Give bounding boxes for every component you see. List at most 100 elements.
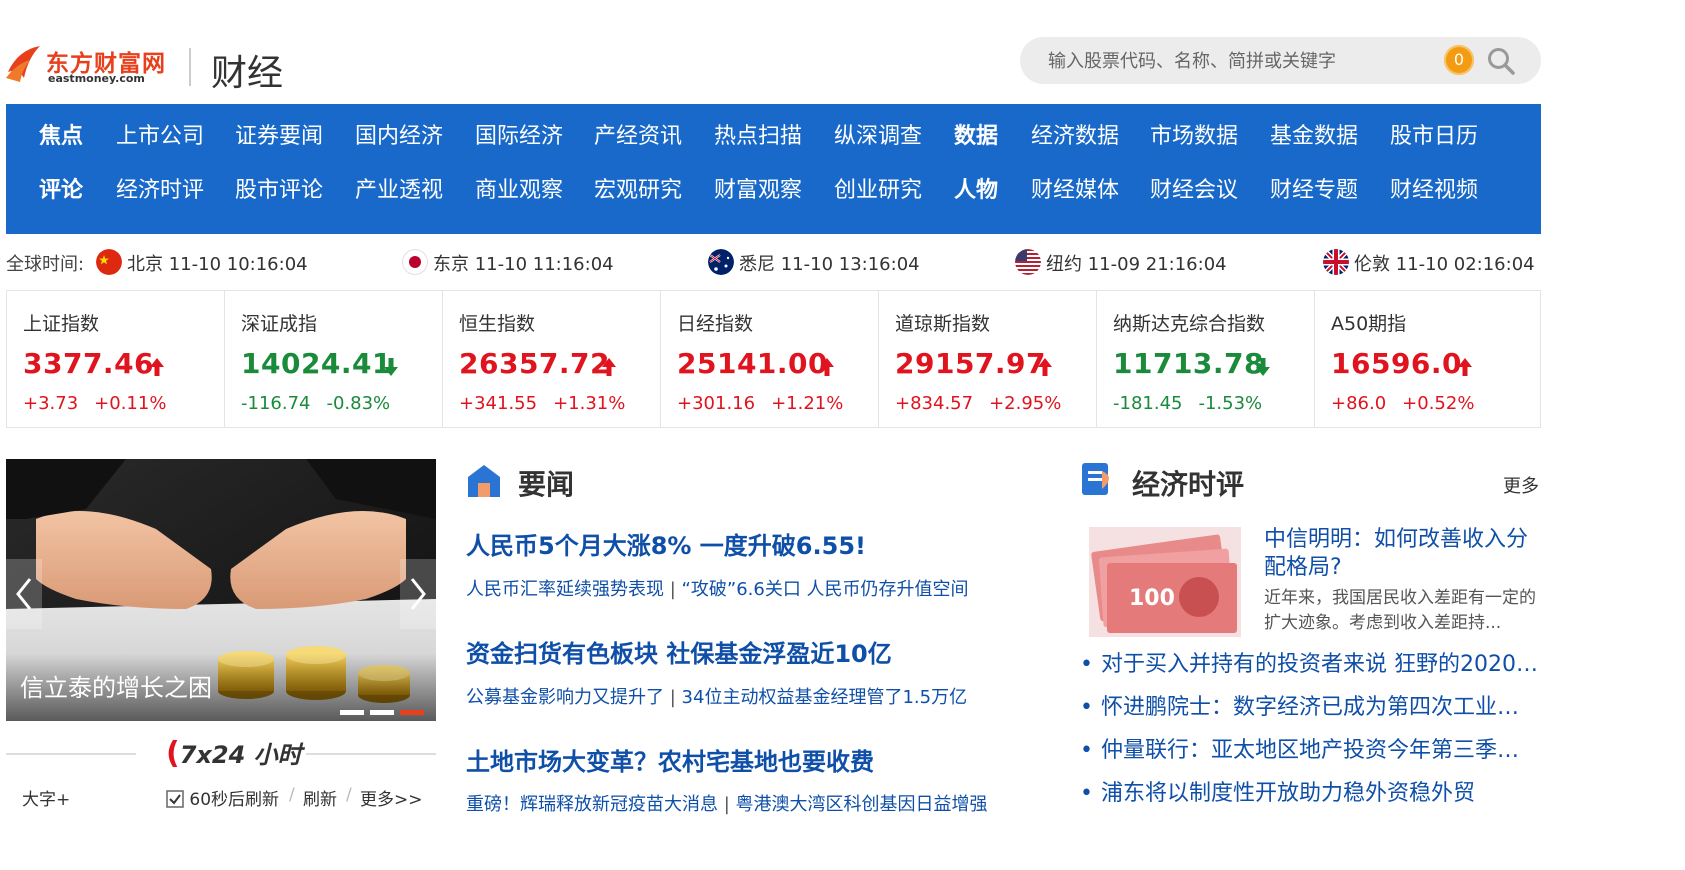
index-card[interactable]: 道琼斯指数 29157.97 +834.57 +2.95% (879, 291, 1097, 427)
search-input[interactable] (1048, 48, 1428, 74)
clock-city: 纽约 (1046, 254, 1082, 275)
nav-item-international-economy[interactable]: 国际经济 (475, 118, 563, 150)
news-sub-link[interactable]: 公募基金影响力又提升了 (466, 687, 664, 708)
nav-item-industry-perspective[interactable]: 产业透视 (355, 172, 443, 204)
clock-time: 11-10 13:16:04 (780, 254, 920, 275)
commentary-more-link[interactable]: 更多 (1503, 472, 1539, 498)
nav-item-domestic-economy[interactable]: 国内经济 (355, 118, 443, 150)
carousel-dot[interactable] (400, 710, 424, 715)
index-card[interactable]: 纳斯达克综合指数 11713.78 -181.45 -1.53% (1097, 291, 1315, 427)
index-change-points: +341.55 (459, 393, 538, 414)
checkbox-checked-icon (166, 790, 184, 808)
news-sub-link[interactable]: 34位主动权益基金经理管了1.5万亿 (682, 687, 968, 708)
news-headline[interactable]: 资金扫货有色板块 社保基金浮盈近10亿 (466, 634, 892, 669)
section-title[interactable]: 财经 (211, 44, 283, 96)
nav-item-economic-data[interactable]: 经济数据 (1031, 118, 1119, 150)
nav-item-focus[interactable]: 焦点 (39, 118, 83, 150)
live-news-title[interactable]: (7x24 小时 (166, 735, 302, 771)
nav-item-finance-video[interactable]: 财经视频 (1390, 172, 1478, 204)
carousel-prev-button[interactable] (6, 559, 42, 629)
search-box: 0 (1020, 37, 1541, 84)
news-sub-link[interactable]: 重磅！辉瑞释放新冠疫苗大消息 (466, 794, 718, 815)
arrow-down-icon (1256, 358, 1270, 376)
logo-mark-icon (6, 46, 40, 82)
index-value: 11713.78 (1113, 347, 1265, 380)
notification-badge[interactable]: 0 (1444, 45, 1474, 75)
news-sub-links: 重磅！辉瑞释放新冠疫苗大消息 | 粤港澳大湾区科创基因日益增强 (466, 790, 988, 816)
nav-item-business-observation[interactable]: 商业观察 (475, 172, 563, 204)
nav-item-stock-commentary[interactable]: 股市评论 (235, 172, 323, 204)
news-headline[interactable]: 人民币5个月大涨8% 一度升破6.55! (466, 526, 866, 561)
nav-row-2: 评论 经济时评 股市评论 产业透视 商业观察 宏观研究 财富观察 创业研究 人物… (6, 172, 1541, 224)
live-news-toolbar: 大字+ 60秒后刷新 / 刷新 / 更多>> (6, 782, 436, 812)
font-size-toggle[interactable]: 大字+ (22, 785, 70, 810)
nav-item-startup-research[interactable]: 创业研究 (834, 172, 922, 204)
search-icon[interactable] (1486, 46, 1516, 76)
nav-item-wealth-observation[interactable]: 财富观察 (714, 172, 802, 204)
clock-time: 11-10 10:16:04 (168, 254, 308, 275)
nav-item-comments[interactable]: 评论 (39, 172, 83, 204)
image-carousel[interactable]: 信立泰的增长之困 (6, 459, 436, 721)
nav-item-securities-news[interactable]: 证券要闻 (235, 118, 323, 150)
nav-item-finance-topics[interactable]: 财经专题 (1270, 172, 1358, 204)
carousel-caption[interactable]: 信立泰的增长之困 (20, 668, 212, 703)
commentary-item[interactable]: • 怀进鹏院士：数字经济已成为第四次工业革命的重要标志 (1080, 689, 1540, 721)
nav-item-people[interactable]: 人物 (954, 172, 998, 204)
live-news-header: (7x24 小时 (6, 733, 436, 773)
nav-item-listed-companies[interactable]: 上市公司 (116, 118, 204, 150)
index-card[interactable]: 恒生指数 26357.72 +341.55 +1.31% (443, 291, 661, 427)
refresh-link[interactable]: 刷新 (303, 785, 337, 810)
index-change-percent: +0.52% (1402, 393, 1475, 414)
page: 东方财富网 eastmoney.com 财经 0 焦点 上市公司 证券要闻 国内… (0, 0, 1685, 870)
nav-item-data[interactable]: 数据 (954, 118, 998, 150)
arrow-up-icon (820, 358, 834, 376)
index-change: -116.74 -0.83% (241, 393, 390, 414)
nav-item-economic-commentary[interactable]: 经济时评 (116, 172, 204, 204)
carousel-next-button[interactable] (400, 559, 436, 629)
header-divider (189, 48, 191, 86)
uk-flag-icon (1323, 249, 1349, 275)
commentary-item-text: 浦东将以制度性开放助力稳外资稳外贸 (1100, 781, 1475, 806)
index-name: 纳斯达克综合指数 (1113, 313, 1266, 335)
arrow-up-icon (602, 358, 616, 376)
more-live-link[interactable]: 更多>> (360, 785, 423, 810)
nav-item-in-depth[interactable]: 纵深调查 (834, 118, 922, 150)
clock-time: 11-10 02:16:04 (1395, 254, 1535, 275)
auto-refresh-checkbox[interactable]: 60秒后刷新 (166, 785, 279, 810)
eastmoney-logo[interactable]: 东方财富网 eastmoney.com (4, 42, 174, 88)
index-name: 道琼斯指数 (895, 313, 991, 335)
index-card[interactable]: 上证指数 3377.46 +3.73 +0.11% (7, 291, 225, 427)
nav-item-fund-data[interactable]: 基金数据 (1270, 118, 1358, 150)
feature-description: 近年来，我国居民收入差距有一定的扩大迹象。考虑到收入差距持... (1264, 588, 1536, 633)
index-name: 恒生指数 (459, 313, 536, 335)
bullet: • (1080, 652, 1093, 677)
nav-item-finance-media[interactable]: 财经媒体 (1031, 172, 1119, 204)
index-card[interactable]: 深证成指 14024.41 -116.74 -0.83% (225, 291, 443, 427)
nav-item-macro-research[interactable]: 宏观研究 (594, 172, 682, 204)
index-card[interactable]: A50期指 16596.0 +86.0 +0.52% (1315, 291, 1533, 427)
commentary-item[interactable]: • 仲量联行：亚太地区地产投资今年第三季度回升 (1080, 732, 1540, 764)
commentary-item[interactable]: • 浦东将以制度性开放助力稳外资稳外贸 (1080, 775, 1540, 807)
feature-thumbnail[interactable]: 100 (1089, 527, 1241, 637)
commentary-item[interactable]: • 对于买入并持有的投资者来说 狂野的2020年意味着什么 (1080, 646, 1540, 678)
nav-item-market-data[interactable]: 市场数据 (1150, 118, 1238, 150)
carousel-dot[interactable] (340, 710, 364, 715)
australia-flag-icon (708, 249, 734, 275)
index-card[interactable]: 日经指数 25141.00 +301.16 +1.21% (661, 291, 879, 427)
news-sub-link[interactable]: “攻破”6.6关口 人民币仍存升值空间 (682, 579, 969, 600)
news-headline[interactable]: 土地市场大变革？农村宅基地也要收费 (466, 742, 874, 777)
news-sub-link[interactable]: 粤港澳大湾区科创基因日益增强 (736, 794, 988, 815)
main-nav: 焦点 上市公司 证券要闻 国内经济 国际经济 产经资讯 热点扫描 纵深调查 数据… (6, 104, 1541, 234)
news-section-title: 要闻 (518, 468, 575, 501)
news-sub-link[interactable]: 人民币汇率延续强势表现 (466, 579, 664, 600)
nav-item-hot-scan[interactable]: 热点扫描 (714, 118, 802, 150)
index-change: +301.16 +1.21% (677, 393, 843, 414)
index-change: +341.55 +1.31% (459, 393, 625, 414)
nav-item-industry-news[interactable]: 产经资讯 (594, 118, 682, 150)
index-change: -181.45 -1.53% (1113, 393, 1262, 414)
carousel-dot[interactable] (370, 710, 394, 715)
nav-item-stock-calendar[interactable]: 股市日历 (1390, 118, 1478, 150)
nav-item-finance-conferences[interactable]: 财经会议 (1150, 172, 1238, 204)
feature-title[interactable]: 中信明明：如何改善收入分配格局? (1264, 526, 1544, 582)
index-value: 16596.0 (1331, 347, 1463, 380)
